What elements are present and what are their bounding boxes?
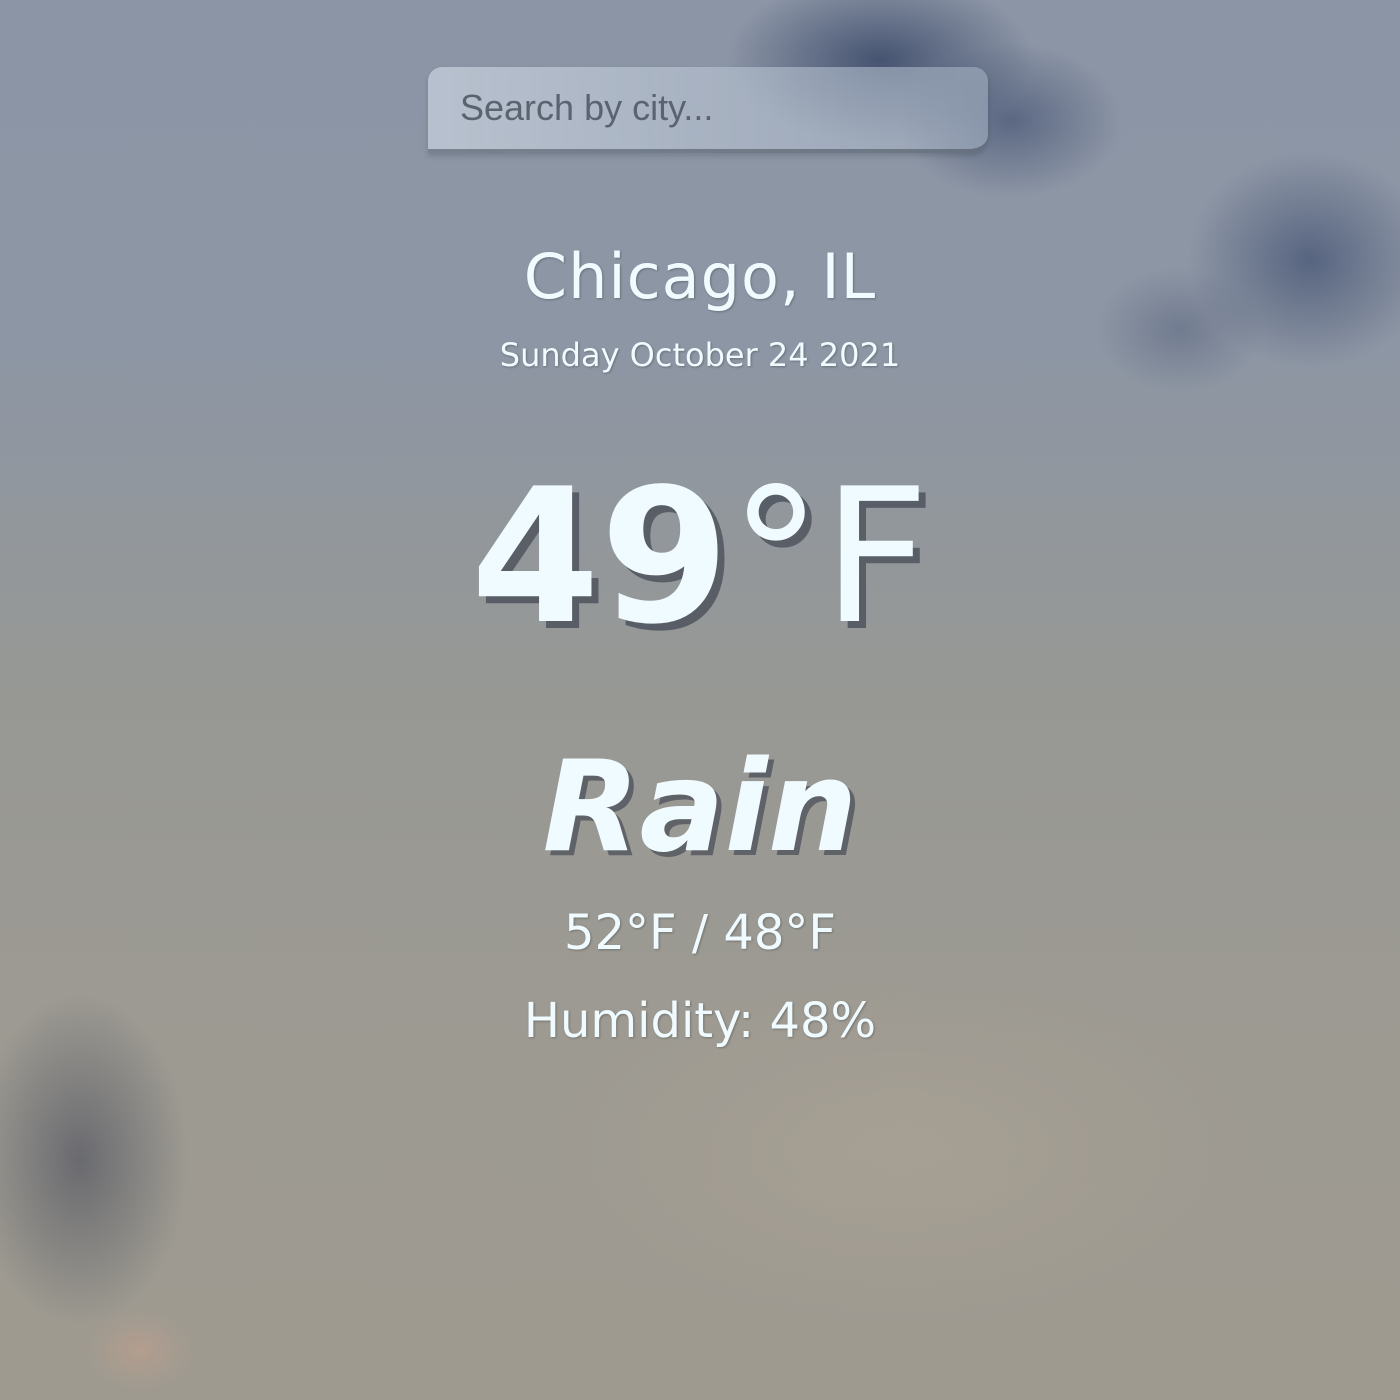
sky-background [0, 0, 1400, 1400]
current-temperature: 49°F [0, 454, 1400, 660]
search-input[interactable] [458, 86, 958, 130]
search-bar[interactable] [428, 67, 988, 153]
weather-condition: Rain [542, 733, 858, 880]
temperature-value: 49 [470, 448, 730, 665]
temperature-unit: °F [729, 448, 930, 665]
humidity: Humidity: 48% [523, 993, 877, 1049]
current-date: Sunday October 24 2021 [499, 336, 901, 374]
high-low-temperature: 52°F / 48°F [563, 905, 837, 961]
city-name: Chicago, IL [523, 240, 877, 313]
